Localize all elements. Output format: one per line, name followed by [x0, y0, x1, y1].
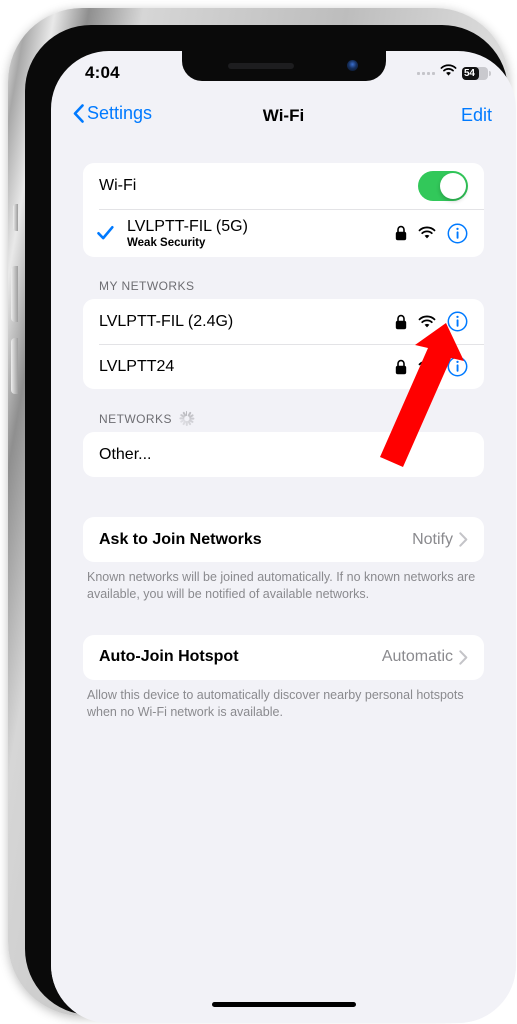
- cellular-dots-icon: [417, 71, 435, 75]
- scanning-spinner-icon: [178, 411, 194, 426]
- lock-icon: [395, 314, 407, 329]
- wifi-strength-icon: [418, 226, 436, 239]
- auto-join-hotspot-footnote: Allow this device to automatically disco…: [87, 687, 464, 719]
- status-time: 4:04: [85, 63, 120, 82]
- notch: [181, 51, 386, 81]
- battery-percent: 54: [464, 67, 475, 79]
- page-title: Wi-Fi: [262, 106, 305, 125]
- status-indicators: 54: [417, 64, 491, 82]
- info-icon[interactable]: [447, 311, 468, 332]
- lock-icon: [395, 359, 407, 374]
- phone-screen: 4:04 54 Settings Wi-Fi Edit Wi-Fi LVLPTT…: [51, 51, 516, 1023]
- wifi-toggle[interactable]: [418, 171, 468, 201]
- screenshot-stage: 4:04 54 Settings Wi-Fi Edit Wi-Fi LVLPTT…: [0, 0, 517, 1024]
- chevron-right-icon: [459, 532, 468, 547]
- info-icon[interactable]: [447, 223, 468, 244]
- other-network-label: Other...: [99, 445, 152, 463]
- ask-to-join-group: Ask to Join Networks Notify: [83, 517, 484, 562]
- connected-network-name: LVLPTT-FIL (5G): [127, 217, 248, 235]
- settings-content: Wi-Fi LVLPTT-FIL (5G) Weak Security MY N…: [51, 139, 516, 1023]
- my-network-row-0[interactable]: LVLPTT-FIL (2.4G): [83, 299, 484, 344]
- wifi-toggle-label: Wi-Fi: [99, 177, 137, 194]
- networks-group: Other...: [83, 432, 484, 477]
- front-camera-icon: [346, 60, 358, 71]
- info-icon[interactable]: [447, 356, 468, 377]
- edit-button[interactable]: Edit: [461, 105, 492, 126]
- auto-join-hotspot-value: Automatic: [381, 648, 453, 666]
- mute-switch[interactable]: [13, 204, 18, 231]
- ask-to-join-label: Ask to Join Networks: [99, 530, 262, 548]
- networks-header: NETWORKS: [51, 389, 516, 432]
- ask-to-join-value: Notify: [412, 530, 453, 548]
- my-networks-header: MY NETWORKS: [51, 257, 516, 299]
- phone-bezel: 4:04 54 Settings Wi-Fi Edit Wi-Fi LVLPTT…: [25, 25, 516, 1023]
- networks-header-label: NETWORKS: [99, 411, 172, 426]
- my-network-icons-0: [395, 311, 468, 332]
- volume-down-button[interactable]: [11, 338, 18, 394]
- connected-network-text: LVLPTT-FIL (5G) Weak Security: [127, 218, 248, 249]
- auto-join-hotspot-group: Auto-Join Hotspot Automatic: [83, 634, 484, 680]
- wifi-toggle-row[interactable]: Wi-Fi: [83, 163, 484, 209]
- navigation-bar: Settings Wi-Fi Edit: [51, 95, 516, 139]
- wifi-strength-icon: [418, 315, 436, 327]
- my-network-icons-1: [395, 356, 468, 377]
- earpiece-speaker-icon: [227, 63, 294, 69]
- connected-network-row[interactable]: LVLPTT-FIL (5G) Weak Security: [83, 209, 484, 257]
- my-network-row-1[interactable]: LVLPTT24: [83, 344, 484, 389]
- my-networks-group: LVLPTT-FIL (2.4G) LVLPTT24: [83, 299, 484, 389]
- auto-join-hotspot-label: Auto-Join Hotspot: [99, 648, 239, 666]
- battery-icon: 54: [462, 66, 491, 80]
- wifi-toggle-knob: [440, 173, 466, 199]
- lock-icon: [395, 225, 407, 241]
- wifi-group: Wi-Fi LVLPTT-FIL (5G) Weak Security: [83, 163, 484, 257]
- home-indicator: [211, 1002, 356, 1007]
- volume-up-button[interactable]: [11, 266, 18, 322]
- connected-network-icons: [395, 223, 468, 244]
- wifi-strength-icon: [418, 360, 436, 372]
- my-networks-header-label: MY NETWORKS: [99, 279, 195, 293]
- connected-network-subtitle: Weak Security: [127, 236, 206, 249]
- my-network-name-1: LVLPTT24: [99, 357, 175, 375]
- auto-join-hotspot-row[interactable]: Auto-Join Hotspot Automatic: [83, 635, 484, 680]
- other-network-row[interactable]: Other...: [83, 432, 484, 477]
- my-network-name-0: LVLPTT-FIL (2.4G): [99, 312, 234, 330]
- phone-frame: 4:04 54 Settings Wi-Fi Edit Wi-Fi LVLPTT…: [8, 8, 516, 1023]
- checkmark-icon: [97, 226, 114, 240]
- ask-to-join-footnote: Known networks will be joined automatica…: [87, 570, 476, 601]
- chevron-right-icon: [459, 650, 468, 665]
- ask-to-join-row[interactable]: Ask to Join Networks Notify: [83, 517, 484, 562]
- wifi-icon: [440, 64, 457, 82]
